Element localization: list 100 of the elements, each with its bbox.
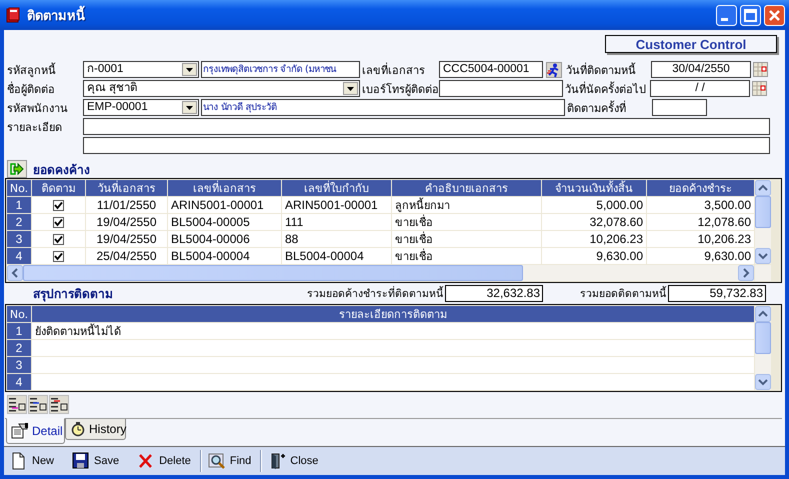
date-field[interactable]: 30/04/2550 — [651, 61, 751, 78]
field-label: รหัสพนักงาน — [6, 100, 69, 116]
code-dropdown[interactable]: EMP-00001 — [83, 99, 199, 116]
total-label: รวมยอดติดตามหนี้ — [579, 285, 666, 302]
row-number: 4 — [7, 248, 31, 264]
calendar-icon[interactable] — [752, 81, 767, 96]
row-tool-button[interactable] — [7, 395, 27, 414]
total-value: 32,632.83 — [445, 284, 543, 302]
code-dropdown[interactable]: ก-0001 — [83, 61, 199, 78]
tab[interactable]: Detail — [6, 418, 65, 444]
column-header[interactable]: เลขที่ใบกำกับ — [282, 180, 391, 196]
close-button[interactable] — [764, 4, 785, 26]
customer-control-button[interactable]: Customer Control — [605, 35, 777, 53]
scroll-up-button[interactable] — [755, 306, 771, 322]
scroll-left-button[interactable] — [7, 265, 23, 281]
column-header[interactable]: จำนวนเงินทั้งสิ้น — [542, 180, 646, 196]
delete-row-icon — [50, 396, 68, 413]
column-header[interactable]: รายละเอียดการติดตาม — [32, 306, 754, 322]
text-field[interactable] — [652, 99, 707, 116]
toolbar-button[interactable]: Delete — [134, 449, 194, 473]
maximize-button[interactable] — [740, 4, 761, 26]
field-label: วันที่ติดตามหนี้ — [565, 62, 637, 78]
section-title: สรุปการติดตาม — [33, 286, 114, 302]
running-figure-icon[interactable] — [546, 62, 562, 78]
scroll-down-button[interactable] — [755, 374, 771, 390]
scroll-right-button[interactable] — [738, 265, 754, 281]
checkbox[interactable] — [53, 250, 64, 262]
date-field[interactable]: / / — [650, 80, 750, 97]
row-number: 2 — [7, 214, 31, 230]
table-cell: 12,078.60 — [647, 214, 754, 230]
column-header[interactable]: เลขที่เอกสาร — [168, 180, 281, 196]
field-label: ชื่อผู้ติดต่อ — [6, 80, 56, 98]
scrollbar-thumb[interactable] — [23, 265, 523, 281]
row-number: 1 — [7, 197, 31, 213]
text-field[interactable] — [83, 137, 770, 154]
table-cell: 3,500.00 — [647, 197, 754, 213]
table-cell: 19/04/2550 — [86, 214, 167, 230]
text-field[interactable] — [83, 118, 770, 135]
field-label: วันที่นัดครั้งต่อไป — [564, 80, 647, 98]
scroll-up-button[interactable] — [755, 180, 771, 196]
document-icon — [11, 423, 29, 439]
field-label: เลขที่เอกสาร — [361, 62, 426, 78]
table-cell: 111 — [282, 214, 391, 230]
column-header[interactable]: No. — [7, 180, 31, 196]
magnifier-icon[interactable] — [208, 452, 226, 470]
scrollbar-thumb[interactable] — [755, 322, 771, 354]
field-label: ติดตามครั้งที่ — [566, 100, 627, 116]
table-cell: 9,630.00 — [542, 248, 646, 264]
book-icon — [5, 7, 21, 23]
column-header[interactable]: คำอธิบายเอกสาร — [392, 180, 541, 196]
column-header[interactable]: ยอดค้างชำระ — [647, 180, 754, 196]
table-cell: ARIN5001-00001 — [282, 197, 391, 213]
field-label: เบอร์โทรผู้ติดต่อ — [361, 82, 439, 98]
table-cell: BL5004-00006 — [168, 231, 281, 247]
toolbar-button[interactable]: Save — [69, 449, 122, 473]
table-cell: 19/04/2550 — [86, 231, 167, 247]
field-label: รายละเอียด — [6, 120, 63, 136]
column-header[interactable]: No. — [7, 306, 31, 322]
table-cell: ขายเชื่อ — [392, 248, 541, 264]
table-cell: ขายเชื่อ — [392, 231, 541, 247]
column-header[interactable]: วันที่เอกสาร — [86, 180, 167, 196]
row-number: 4 — [7, 374, 31, 390]
tab[interactable]: History — [65, 419, 126, 440]
checkbox[interactable] — [53, 234, 64, 244]
insert-row-icon — [8, 396, 26, 413]
name-display: กรุงเทพดุสิตเวชการ จำกัด (มหาชน — [201, 61, 360, 78]
table-cell: 11/01/2550 — [86, 197, 167, 213]
toolbar-button[interactable]: Close — [265, 449, 322, 473]
total-label: รวมยอดค้างชำระที่ติดตามหนี้ — [307, 285, 443, 302]
checkbox[interactable] — [53, 216, 64, 228]
toolbar-button[interactable]: Find — [204, 449, 254, 473]
calendar-icon[interactable] — [753, 62, 768, 77]
window-title: ติดตามหนี้ — [27, 4, 713, 26]
stopwatch-icon — [70, 421, 86, 437]
table-cell: 10,206.23 — [647, 231, 754, 247]
scrollbar-thumb[interactable] — [755, 196, 771, 228]
checkbox[interactable] — [53, 200, 64, 210]
total-value: 59,732.83 — [668, 284, 766, 302]
table-cell: ลูกหนี้ยกมา — [392, 197, 541, 213]
text-field[interactable]: CCC5004-00001 — [439, 61, 543, 78]
row-number: 1 — [7, 323, 31, 339]
scroll-down-button[interactable] — [755, 248, 771, 264]
text-field[interactable] — [439, 80, 563, 97]
table-cell: 88 — [282, 231, 391, 247]
save-icon[interactable] — [72, 452, 90, 470]
contact-dropdown[interactable]: คุณ สุชาติ — [83, 80, 360, 97]
minimize-button[interactable] — [716, 4, 737, 26]
toolbar-button[interactable]: New — [7, 449, 58, 473]
section-title: ยอดคงค้าง — [33, 162, 90, 178]
row-number: 2 — [7, 340, 31, 356]
row-number: 3 — [7, 357, 31, 373]
table-cell: ยังติดตามหนี้ไม่ได้ — [32, 323, 754, 339]
row-tool-button[interactable] — [28, 395, 48, 414]
table-cell: ขายเชื่อ — [392, 214, 541, 230]
table-cell: 10,206.23 — [542, 231, 646, 247]
field-label: รหัสลูกหนี้ — [6, 62, 57, 78]
append-row-icon — [29, 396, 47, 413]
column-header[interactable]: ติดตาม — [32, 180, 85, 196]
table-cell: BL5004-00005 — [168, 214, 281, 230]
row-tool-button[interactable] — [49, 395, 69, 414]
